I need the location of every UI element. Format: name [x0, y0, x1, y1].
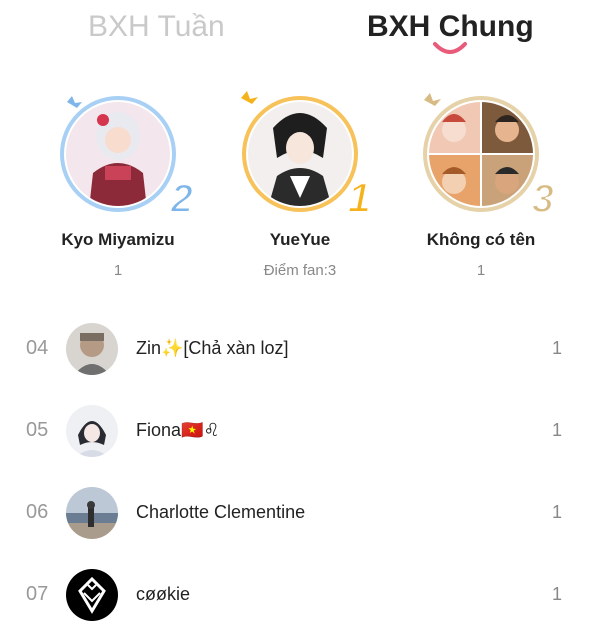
avatar[interactable]	[66, 487, 118, 539]
list-item[interactable]: 05 Fiona🇻🇳♌ 1	[0, 389, 600, 471]
user-name: Charlotte Clementine	[136, 502, 306, 522]
user-score: 1	[551, 420, 562, 440]
avatar[interactable]: 2	[43, 88, 193, 218]
user-score: 1	[551, 502, 562, 522]
rank-number: 04	[26, 337, 49, 359]
rank-2-badge: 2	[170, 177, 193, 218]
avatar[interactable]: 1	[225, 88, 375, 218]
avatar[interactable]	[66, 405, 118, 457]
list-item[interactable]: 06 Charlotte Clementine 1	[0, 471, 600, 553]
list-item[interactable]: 07 cøøkie 1	[0, 553, 600, 635]
user-score: 1	[551, 584, 562, 604]
rank-1-badge: 1	[348, 174, 371, 218]
avatar[interactable]	[66, 323, 118, 375]
avatar[interactable]	[66, 569, 118, 621]
user-name: cøøkie	[136, 584, 190, 604]
rank-3-badge: 3	[532, 177, 554, 218]
podium-rank-2[interactable]: 2 Kyo Miyamizu 1	[18, 88, 218, 279]
avatar[interactable]: 3	[406, 88, 556, 218]
user-name: Fiona🇻🇳♌	[136, 420, 220, 440]
podium-name: Kyo Miyamizu	[61, 230, 175, 249]
list-item[interactable]: 04 Zin✨[Chả xàn loz] 1	[0, 307, 600, 389]
ranking-list: 04 Zin✨[Chả xàn loz] 1 05 Fiona🇻🇳♌ 1 06	[0, 307, 600, 635]
podium-rank-3[interactable]: 3 Không có tên 1	[381, 88, 581, 279]
podium-rank-1[interactable]: 1 YueYue Điểm fan:3	[200, 88, 400, 279]
leaderboard-tabs: BXH Tuần BXH Chung	[0, 0, 600, 70]
podium-name: YueYue	[269, 230, 331, 249]
rank-number: 07	[26, 583, 49, 605]
user-score: 1	[551, 338, 562, 358]
active-tab-indicator	[433, 42, 467, 54]
user-name: Zin✨[Chả xàn loz]	[136, 338, 289, 358]
top-three-podium: 2 Kyo Miyamizu 1 1 YueYue Điểm fan:3 3 K…	[0, 88, 600, 298]
podium-name: Không có tên	[426, 230, 536, 249]
tab-weekly[interactable]: BXH Tuần	[88, 8, 225, 46]
podium-score: 1	[113, 262, 123, 279]
podium-score: 1	[476, 262, 486, 279]
podium-score: Điểm fan:3	[263, 262, 337, 279]
rank-number: 05	[26, 419, 49, 441]
rank-number: 06	[26, 501, 49, 523]
